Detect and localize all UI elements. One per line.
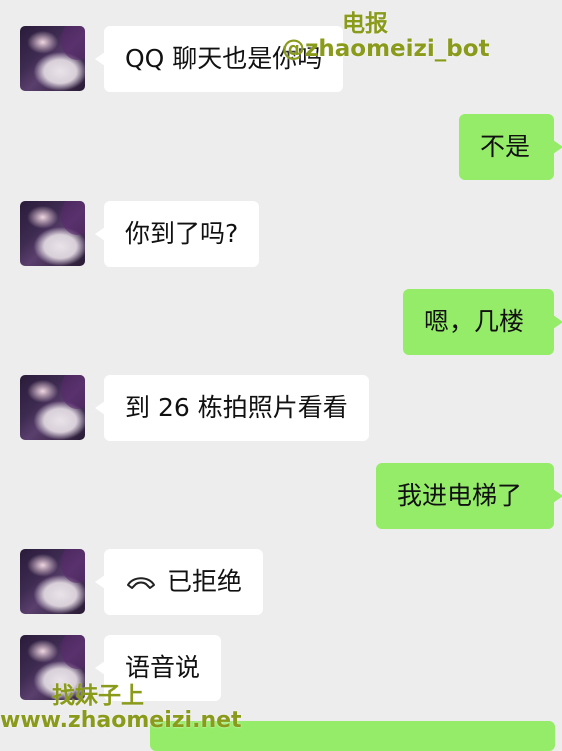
message-row-outgoing: 我进电梯了 <box>0 463 562 531</box>
message-row-incoming: 已拒绝 <box>0 549 562 617</box>
message-text: 不是 <box>480 132 531 161</box>
avatar[interactable] <box>20 26 85 91</box>
call-status-text: 已拒绝 <box>167 567 243 596</box>
message-text: 你到了吗? <box>125 219 239 248</box>
call-record-bubble[interactable]: 已拒绝 <box>94 549 264 615</box>
message-bubble[interactable]: 嗯，几楼 <box>403 289 562 355</box>
watermark-url: www.zhaomeizi.net <box>0 708 242 733</box>
message-text: 嗯，几楼 <box>424 307 525 336</box>
message-bubble[interactable]: 到 26 栋拍照片看看 <box>95 375 369 441</box>
message-row-incoming: 到 26 栋拍照片看看 <box>0 375 562 443</box>
message-text: 我进电梯了 <box>397 481 523 510</box>
message-bubble[interactable]: 不是 <box>459 114 562 180</box>
watermark-handle: @zhaomeizi_bot <box>282 36 490 62</box>
watermark-title: 电报 <box>342 11 388 37</box>
avatar[interactable] <box>20 201 85 266</box>
avatar[interactable] <box>20 549 85 614</box>
phone-declined-icon <box>127 577 155 589</box>
message-row-outgoing: 嗯，几楼 <box>0 289 562 357</box>
message-text: 到 26 栋拍照片看看 <box>125 393 348 422</box>
avatar[interactable] <box>20 375 85 440</box>
message-row-outgoing: 不是 <box>0 114 562 182</box>
message-bubble[interactable]: 我进电梯了 <box>376 463 562 529</box>
message-bubble[interactable]: 你到了吗? <box>94 201 260 267</box>
message-row-incoming: 你到了吗? <box>0 201 562 269</box>
watermark-slogan: 找妹子上 <box>52 683 144 709</box>
